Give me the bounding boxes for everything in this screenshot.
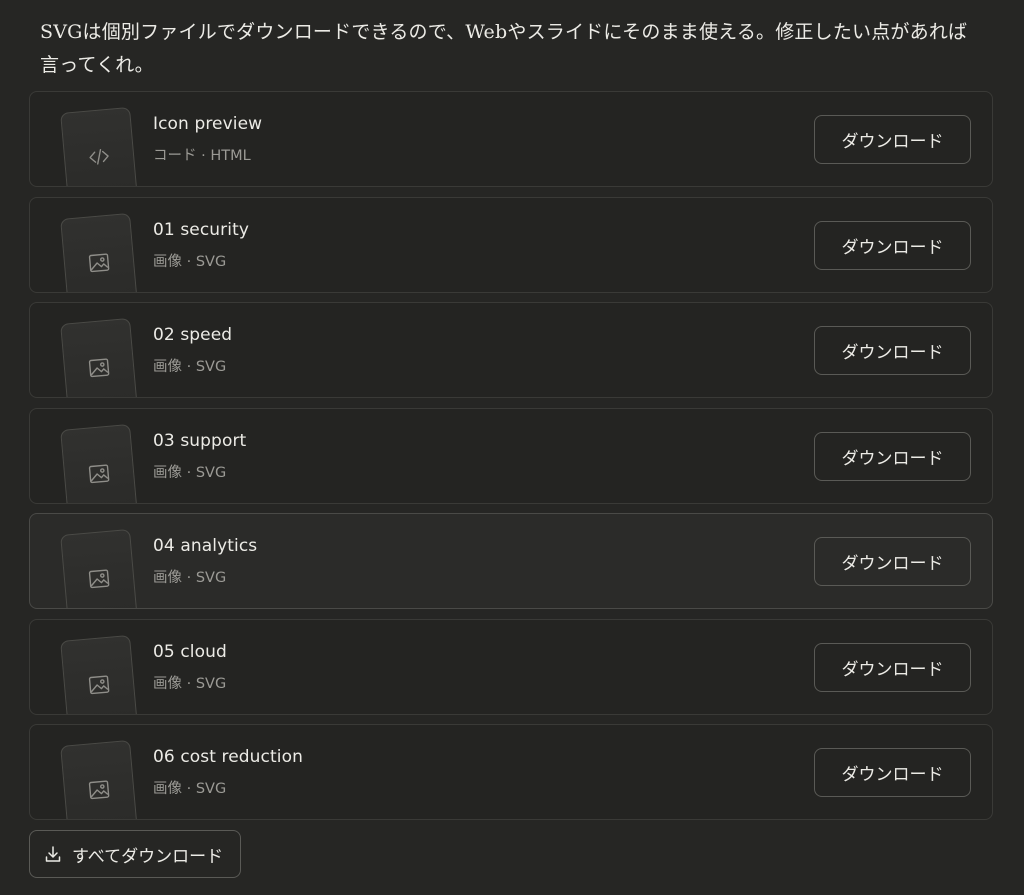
assistant-message: SVGは個別ファイルでダウンロードできるので、Webやスライドにそのまま使える。… — [40, 21, 968, 76]
file-thumbnail — [60, 739, 139, 819]
file-card-03-support[interactable]: 03 support 画像 · SVG ダウンロード — [29, 407, 993, 504]
download-button[interactable]: ダウンロード — [814, 642, 971, 692]
file-thumbnail — [60, 106, 139, 186]
image-icon — [86, 249, 112, 275]
file-thumbnail — [60, 634, 139, 714]
image-icon — [86, 460, 112, 486]
artifact-download-panel: SVGは個別ファイルでダウンロードできるので、Webやスライドにそのまま使える。… — [0, 0, 1024, 895]
file-name: 03 support — [153, 430, 247, 451]
download-button[interactable]: ダウンロード — [814, 326, 971, 375]
file-list: Icon preview コード · HTML ダウンロード 01 securi… — [29, 91, 993, 830]
file-name: Icon preview — [153, 114, 263, 134]
image-icon — [86, 355, 112, 381]
file-card-01-security[interactable]: 01 security 画像 · SVG ダウンロード — [29, 196, 993, 293]
download-icon — [43, 844, 63, 864]
download-button[interactable]: ダウンロード — [814, 220, 971, 270]
file-thumbnail — [60, 528, 139, 608]
image-icon — [86, 671, 112, 697]
download-all-button[interactable]: すべてダウンロード — [29, 830, 242, 878]
file-thumbnail — [60, 212, 139, 292]
file-name: 01 security — [153, 219, 250, 240]
code-icon — [86, 144, 112, 170]
download-button[interactable]: ダウンロード — [814, 748, 971, 797]
file-card-06-cost-reduction[interactable]: 06 cost reduction 画像 · SVG ダウンロード — [29, 724, 993, 820]
file-type: 画像 · SVG — [153, 675, 227, 692]
file-card-icon-preview[interactable]: Icon preview コード · HTML ダウンロード — [29, 91, 993, 187]
file-type: 画像 · SVG — [153, 570, 227, 586]
file-name: 05 cloud — [153, 641, 227, 662]
file-type: コード · HTML — [153, 148, 251, 164]
file-name: 02 speed — [153, 325, 233, 345]
file-card-05-cloud[interactable]: 05 cloud 画像 · SVG ダウンロード — [29, 618, 993, 715]
file-thumbnail — [60, 317, 139, 397]
file-type: 画像 · SVG — [153, 781, 227, 797]
download-button[interactable]: ダウンロード — [814, 537, 971, 586]
file-card-02-speed[interactable]: 02 speed 画像 · SVG ダウンロード — [29, 302, 993, 398]
download-button[interactable]: ダウンロード — [814, 431, 971, 481]
image-icon — [86, 566, 112, 592]
file-type: 画像 · SVG — [153, 253, 227, 270]
file-type: 画像 · SVG — [153, 464, 227, 481]
file-type: 画像 · SVG — [153, 359, 227, 375]
file-thumbnail — [60, 423, 139, 503]
download-all-label: すべてダウンロード — [72, 846, 224, 867]
download-button[interactable]: ダウンロード — [814, 115, 971, 164]
image-icon — [86, 777, 112, 803]
file-name: 04 analytics — [153, 536, 258, 556]
file-name: 06 cost reduction — [153, 747, 303, 767]
file-card-04-analytics[interactable]: 04 analytics 画像 · SVG ダウンロード — [29, 513, 993, 609]
